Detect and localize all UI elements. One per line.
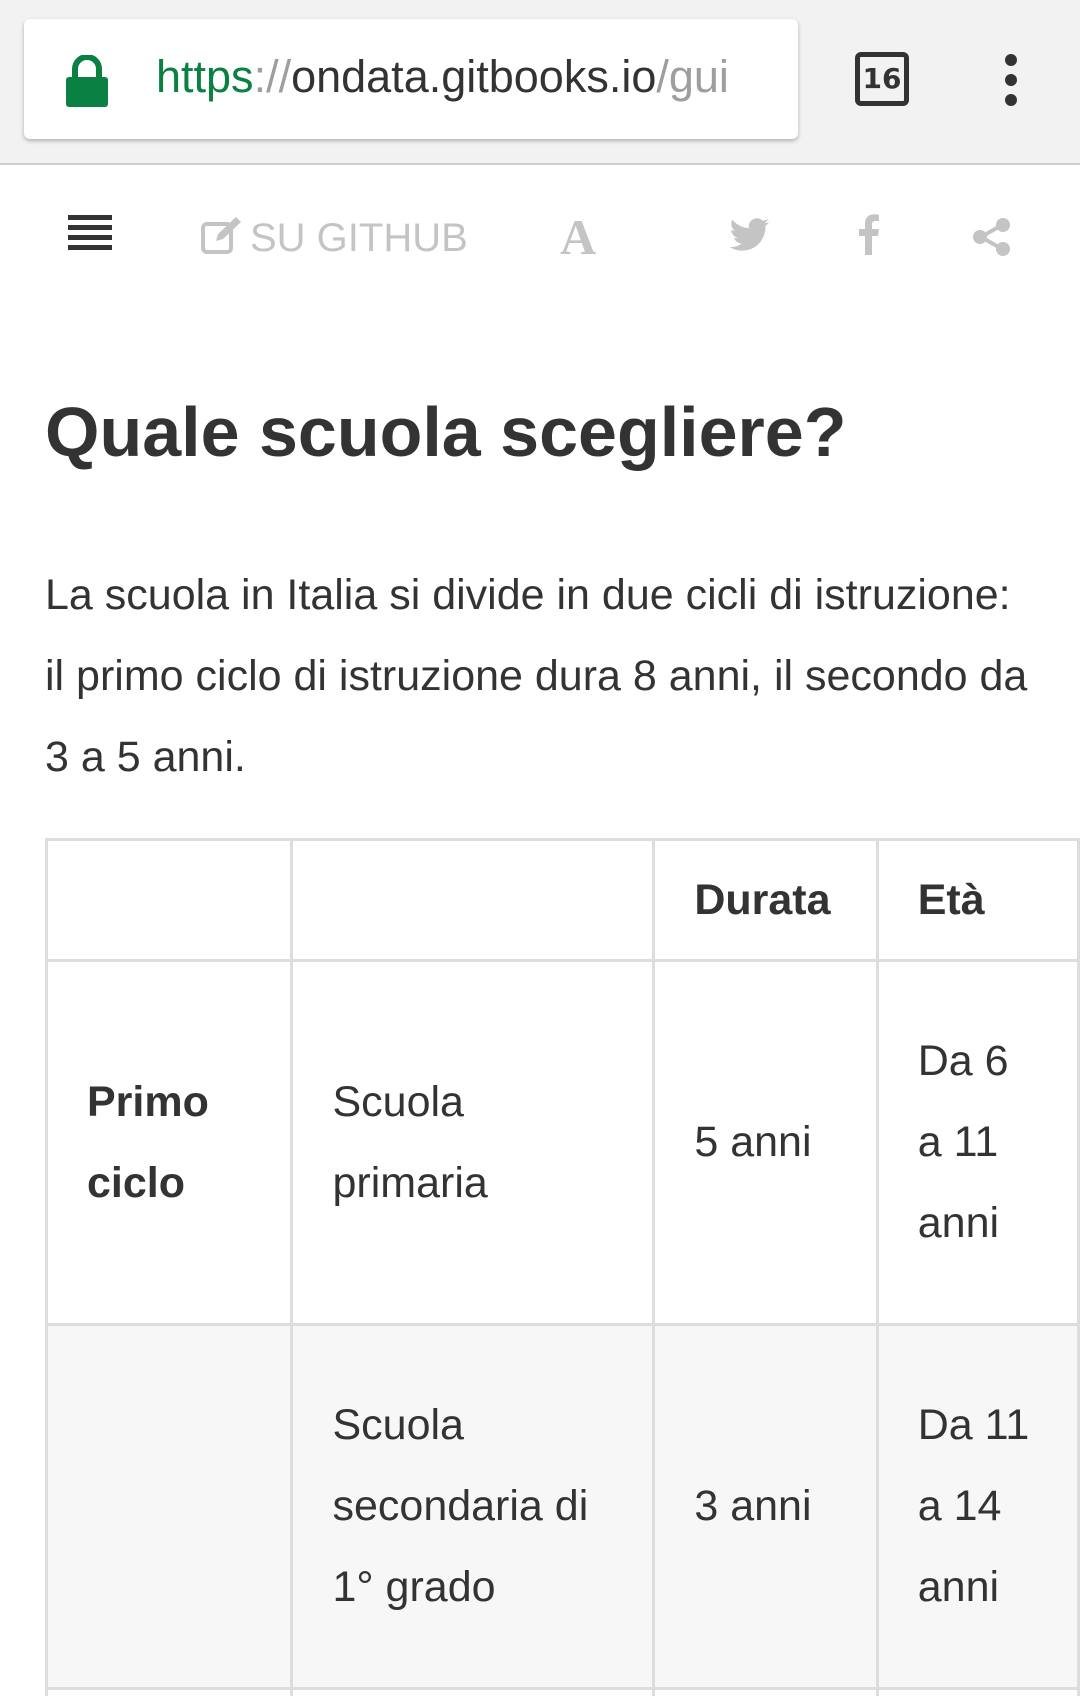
overflow-menu-icon[interactable] [996, 52, 1026, 108]
age-cell: Da 11 a 14 anni [875, 1323, 1080, 1690]
share-icon[interactable] [972, 217, 1012, 257]
empty-cell [652, 1687, 879, 1696]
edit-icon [201, 217, 241, 254]
empty-cell [45, 1687, 294, 1696]
empty-cell [875, 1687, 1080, 1696]
duration-cell: 3 anni [652, 1323, 879, 1690]
book-toolbar: SU GITHUB A [0, 165, 1080, 305]
school-cell: Scuola secondaria di 1° grado [290, 1323, 656, 1690]
edit-label: SU GITHUB [250, 216, 468, 260]
lock-icon [66, 55, 108, 107]
facebook-icon[interactable] [858, 213, 880, 255]
header-cell-cycle [45, 838, 294, 962]
header-cell-age: Età [875, 838, 1080, 962]
duration-cell: 5 anni [652, 959, 879, 1326]
school-table: Durata Età Primo ciclo Scuola primaria 5… [45, 838, 1080, 1696]
edit-on-github-button[interactable]: SU GITHUB [200, 215, 468, 260]
url-text: https://ondata.gitbooks.io/gui [156, 47, 729, 107]
url-separator: :// [253, 51, 292, 102]
cycle-cell: Primo ciclo [45, 959, 294, 1326]
header-cell-duration: Durata [652, 838, 879, 962]
hamburger-menu-icon[interactable] [68, 213, 112, 253]
cycle-cell [45, 1323, 294, 1690]
header-cell-school [290, 838, 656, 962]
intro-paragraph: La scuola in Italia si divide in due cic… [45, 571, 1028, 781]
table-row: Scuola secondaria di 1° grado 3 anni Da … [45, 1323, 1080, 1690]
font-settings-icon[interactable]: A [560, 209, 596, 265]
school-cell: Scuola primaria [290, 959, 656, 1326]
age-cell: Da 6 a 11 anni [875, 959, 1080, 1326]
url-scheme: https [156, 51, 254, 102]
table-row [45, 1687, 1080, 1696]
address-bar[interactable]: https://ondata.gitbooks.io/gui [24, 19, 798, 139]
url-host: ondata.gitbooks.io [291, 51, 657, 102]
page-title: Quale scuola scegliere? [45, 393, 847, 471]
empty-cell [290, 1687, 656, 1696]
tab-switcher-icon[interactable]: 16 [855, 52, 909, 106]
table-header-row: Durata Età [45, 838, 1080, 962]
table-row: Primo ciclo Scuola primaria 5 anni Da 6 … [45, 959, 1080, 1326]
school-table-container[interactable]: Durata Età Primo ciclo Scuola primaria 5… [45, 838, 1080, 1696]
url-path: /gui [656, 51, 729, 102]
browser-chrome: https://ondata.gitbooks.io/gui 16 [0, 0, 1080, 165]
twitter-icon[interactable] [730, 217, 770, 253]
